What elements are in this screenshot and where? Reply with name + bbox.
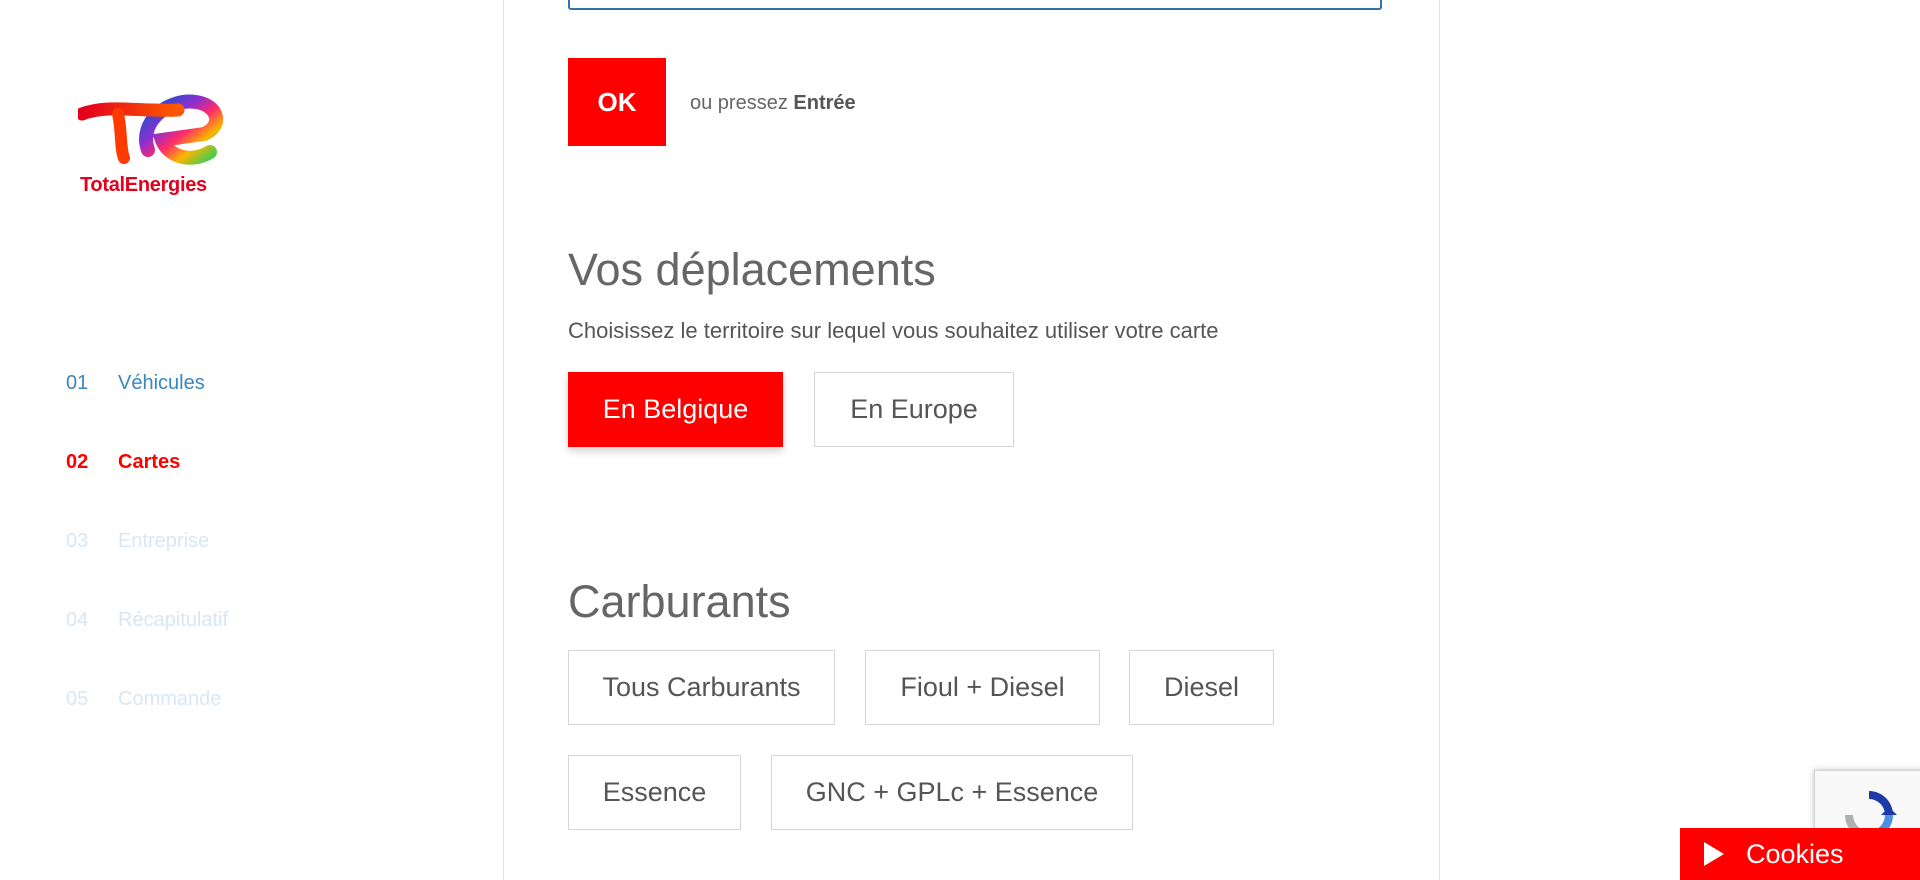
option-en-europe[interactable]: En Europe [814, 372, 1014, 447]
hint-prefix: ou pressez [690, 92, 788, 114]
option-tous-carburants[interactable]: Tous Carburants [568, 650, 835, 725]
logo-mark-icon [75, 94, 224, 165]
step-recapitulatif[interactable]: 04 Récapitulatif [66, 609, 228, 632]
form-column: OK ou pressez Entrée Vos déplacements Ch… [503, 0, 1440, 880]
step-number: 01 [66, 372, 89, 394]
step-cartes[interactable]: 02 Cartes [66, 451, 180, 474]
option-en-belgique[interactable]: En Belgique [568, 372, 783, 447]
step-vehicules[interactable]: 01 Véhicules [66, 372, 205, 395]
cookies-button[interactable]: Cookies [1680, 828, 1920, 880]
step-label: Véhicules [118, 372, 205, 394]
step-commande[interactable]: 05 Commande [66, 688, 221, 711]
ok-button[interactable]: OK [568, 58, 666, 146]
step-label: Entreprise [118, 530, 210, 552]
option-essence[interactable]: Essence [568, 755, 741, 830]
step-number: 02 [66, 451, 89, 473]
fuels-title: Carburants [568, 576, 791, 627]
step-number: 03 [66, 530, 89, 552]
step-label: Récapitulatif [118, 609, 229, 631]
step-entreprise[interactable]: 03 Entreprise [66, 530, 209, 553]
travel-subtitle: Choisissez le territoire sur lequel vous… [568, 318, 1219, 343]
page: TotalEnergies 01 Véhicules 02 Cartes 03 … [0, 0, 1920, 880]
step-label: Commande [118, 688, 222, 710]
option-diesel[interactable]: Diesel [1129, 650, 1274, 725]
cookies-label: Cookies [1746, 838, 1844, 869]
hint-key: Entrée [793, 92, 856, 114]
step-number: 05 [66, 688, 89, 710]
option-fioul-diesel[interactable]: Fioul + Diesel [865, 650, 1100, 725]
play-icon [1704, 842, 1724, 866]
option-gnc-gplc-essence[interactable]: GNC + GPLc + Essence [771, 755, 1133, 830]
previous-input-field[interactable] [568, 0, 1382, 10]
logo-wordmark: TotalEnergies [80, 174, 207, 196]
step-number: 04 [66, 609, 89, 631]
travel-title: Vos déplacements [568, 244, 936, 295]
ok-hint: ou pressez Entrée [690, 92, 856, 115]
step-label: Cartes [118, 451, 181, 473]
